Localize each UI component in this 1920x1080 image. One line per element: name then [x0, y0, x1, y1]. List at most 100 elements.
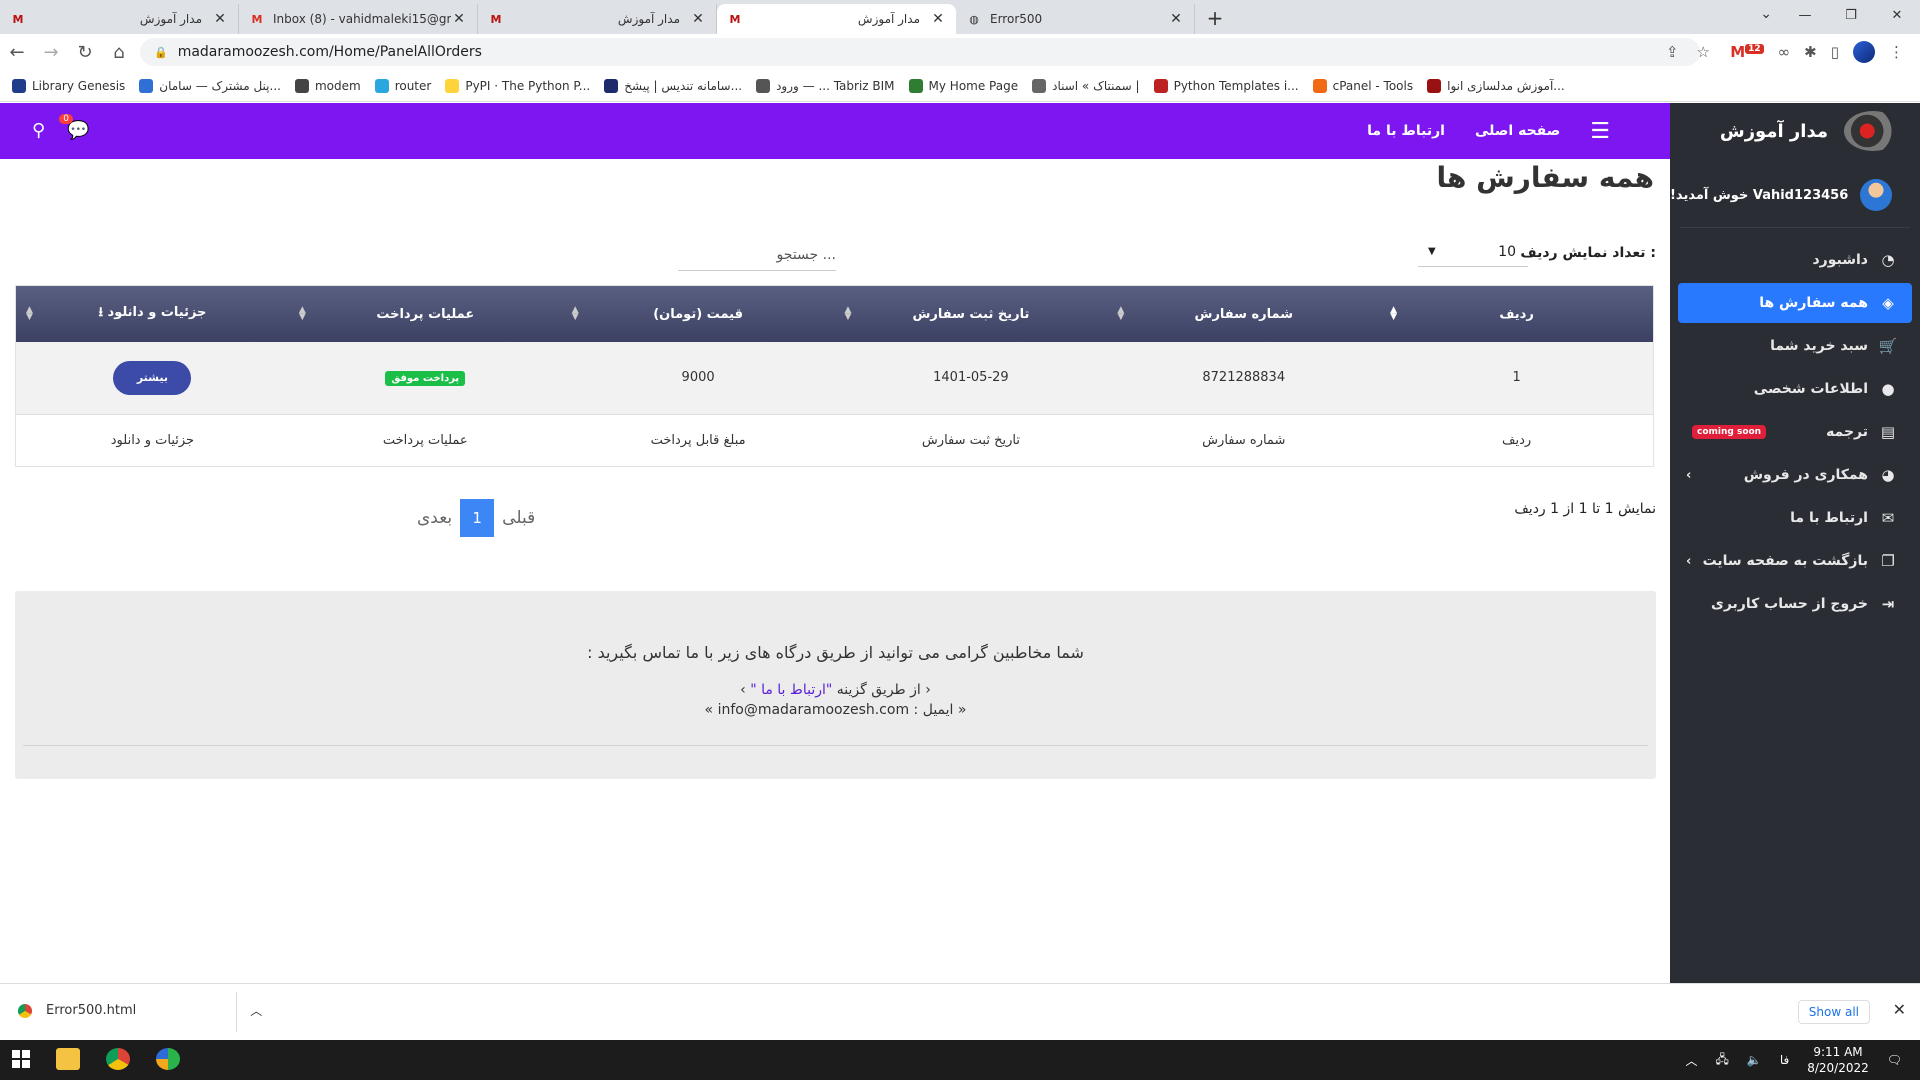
bookmark-item[interactable]: My Home Page	[908, 78, 1018, 93]
column-header[interactable]: قیمت (تومان) ▲ ▼	[561, 286, 835, 342]
gmail-extension-icon[interactable]: M 12	[1730, 43, 1764, 61]
globe-icon: ◍	[969, 12, 979, 26]
bookmark-star-icon[interactable]: ☆	[1697, 43, 1710, 61]
column-header[interactable]: جزئیات و دانلود ⭳ ▲ ▼	[16, 286, 289, 342]
sidebar-item[interactable]: سبد خرید شما 🛒	[1678, 326, 1912, 366]
bookmark-favicon-icon	[12, 78, 26, 93]
browser-tab[interactable]: M Inbox (8) - vahidmaleki15@gmai ✕	[239, 4, 478, 34]
share-icon[interactable]: ⇪	[1666, 43, 1679, 61]
cell-price: 9000	[561, 342, 835, 414]
bookmark-item[interactable]: modem	[294, 78, 361, 93]
layers-icon: ◈	[1882, 294, 1894, 312]
close-window-icon[interactable]: ✕	[1874, 0, 1920, 30]
pagination: قبلی 1 بعدی	[417, 499, 535, 537]
close-tab-icon[interactable]: ✕	[930, 11, 946, 27]
close-tab-icon[interactable]: ✕	[1168, 11, 1184, 27]
sidebar-item[interactable]: داشبورد ◔	[1678, 240, 1912, 280]
close-tab-icon[interactable]: ✕	[451, 11, 467, 27]
chrome-icon[interactable]	[106, 1048, 130, 1070]
tab-search-icon[interactable]: ⌄	[1760, 6, 1772, 22]
address-bar[interactable]: 🔒 madaramoozesh.com/Home/PanelAllOrders	[140, 38, 1700, 66]
download-item[interactable]: Error500.html ︿	[18, 1002, 262, 1019]
sidebar-item[interactable]: ارتباط با ما ✉	[1678, 498, 1912, 538]
envelope-icon: ✉	[1881, 509, 1895, 527]
puzzle-icon[interactable]: ✱	[1804, 43, 1817, 61]
back-icon[interactable]: ←	[0, 35, 34, 69]
cell-payment: پرداخت موفق	[288, 342, 562, 414]
forward-icon[interactable]: →	[34, 35, 68, 69]
bookmark-item[interactable]: ورود — ... Tabriz BIM	[756, 78, 895, 93]
user-greeting: Vahid123456 خوش آمدید!	[1670, 159, 1920, 211]
bookmark-item[interactable]: پنل مشترک — سامان...	[139, 78, 281, 93]
column-header[interactable]: عملیات پرداخت ▲ ▼	[288, 286, 562, 342]
column-header[interactable]: ردیف ▲ ▼	[1380, 286, 1653, 342]
maximize-icon[interactable]: ❐	[1828, 0, 1874, 30]
kebab-menu-icon[interactable]: ⋮	[1889, 43, 1904, 61]
bookmark-item[interactable]: سمنتاک » اسناد |	[1032, 78, 1140, 93]
tray-chevron-icon[interactable]: ︿	[1685, 1052, 1697, 1069]
windows-start-icon[interactable]	[12, 1050, 30, 1068]
home-icon[interactable]: ⌂	[102, 35, 136, 69]
volume-icon[interactable]: 🔈	[1747, 1053, 1762, 1067]
close-tab-icon[interactable]: ✕	[212, 11, 228, 27]
network-icon[interactable]: 🖧	[1715, 1050, 1728, 1071]
hamburger-icon[interactable]: ☰	[1590, 119, 1610, 144]
nav-contact-link[interactable]: ارتباط با ما	[1367, 123, 1445, 139]
sidebar-item[interactable]: همه سفارش ها ◈	[1678, 283, 1912, 323]
profile-avatar[interactable]	[1853, 41, 1875, 63]
pager-prev[interactable]: قبلی	[502, 508, 535, 528]
column-header[interactable]: شماره سفارش ▲ ▼	[1107, 286, 1381, 342]
column-header[interactable]: تاریخ ثبت سفارش ▲ ▼	[834, 286, 1108, 342]
clock[interactable]: 9:11 AM 8/20/2022	[1807, 1044, 1869, 1076]
sidebar-item[interactable]: coming soon ترجمه ▤	[1678, 412, 1912, 452]
app-icon[interactable]	[156, 1048, 180, 1070]
search-icon[interactable]: ⚲	[32, 120, 45, 141]
brand-logo[interactable]	[1844, 111, 1902, 151]
copy-icon: ❐	[1881, 552, 1895, 570]
show-all-button[interactable]: Show all	[1797, 1000, 1870, 1024]
browser-tab[interactable]: M مدار آموزش ✕	[478, 4, 717, 34]
browser-tab[interactable]: M مدار آموزش ✕	[0, 4, 239, 34]
minimize-icon[interactable]: —	[1782, 0, 1828, 30]
browser-tab[interactable]: M مدار آموزش ✕	[717, 4, 956, 34]
bookmark-item[interactable]: PyPI · The Python P...	[445, 78, 590, 93]
notifications-icon[interactable]: 🗨	[1887, 1053, 1902, 1067]
bookmark-favicon-icon	[604, 78, 619, 93]
bookmark-item[interactable]: router	[374, 78, 431, 93]
bookmark-item[interactable]: cPanel - Tools	[1312, 78, 1413, 93]
bookmark-favicon-icon	[756, 78, 771, 93]
chat-icon[interactable]: 💬 0	[59, 114, 90, 141]
chevron-up-icon[interactable]: ︿	[250, 1002, 262, 1019]
bookmark-item[interactable]: آموزش مدلسازی انوا...	[1427, 78, 1565, 93]
nav-home-link[interactable]: صفحه اصلی	[1475, 123, 1560, 139]
more-button[interactable]: بیشتر	[113, 360, 192, 395]
browser-tab[interactable]: ◍ Error500 ✕	[956, 4, 1195, 34]
close-tab-icon[interactable]: ✕	[690, 11, 706, 27]
sidebar-item[interactable]: اطلاعات شخصی ●	[1678, 369, 1912, 409]
contact-us-link[interactable]: "ارتباط با ما "	[750, 682, 832, 698]
language-indicator[interactable]: فا	[1780, 1053, 1789, 1067]
taskbar: ︿ 🖧 🔈 فا 9:11 AM 8/20/2022 🗨	[0, 1040, 1920, 1080]
lock-icon[interactable]: 🔒	[154, 46, 168, 59]
close-downloads-icon[interactable]: ✕	[1893, 1000, 1906, 1019]
page-length-select[interactable]: ▼ 10	[1418, 237, 1528, 267]
gmail-icon: M	[251, 12, 263, 26]
new-tab-button[interactable]: +	[1201, 4, 1229, 32]
sidepanel-icon[interactable]: ▯	[1831, 43, 1839, 61]
reload-icon[interactable]: ↻	[68, 35, 102, 69]
bookmark-item[interactable]: سامانه تندیس | پیشخ...	[604, 78, 742, 93]
search-input[interactable]	[678, 239, 836, 271]
user-avatar	[1860, 179, 1893, 211]
chat-count-badge: 0	[59, 114, 73, 124]
sidebar-item[interactable]: ‹ همکاری در فروش ◕	[1678, 455, 1912, 495]
file-explorer-icon[interactable]	[56, 1048, 80, 1070]
extension-icon[interactable]: ∞	[1778, 43, 1791, 61]
pager-next[interactable]: بعدی	[417, 508, 452, 528]
sidebar-item[interactable]: ‹ بازگشت به صفحه سایت ❐	[1678, 541, 1912, 581]
pager-current[interactable]: 1	[460, 499, 495, 537]
cell-index: 1	[1380, 342, 1653, 414]
bookmark-item[interactable]: Library Genesis	[12, 78, 125, 93]
bookmark-item[interactable]: Python Templates i...	[1153, 78, 1299, 93]
bookmark-favicon-icon	[294, 78, 309, 93]
sidebar-item[interactable]: خروج از حساب کاربری ⇥	[1678, 584, 1912, 624]
